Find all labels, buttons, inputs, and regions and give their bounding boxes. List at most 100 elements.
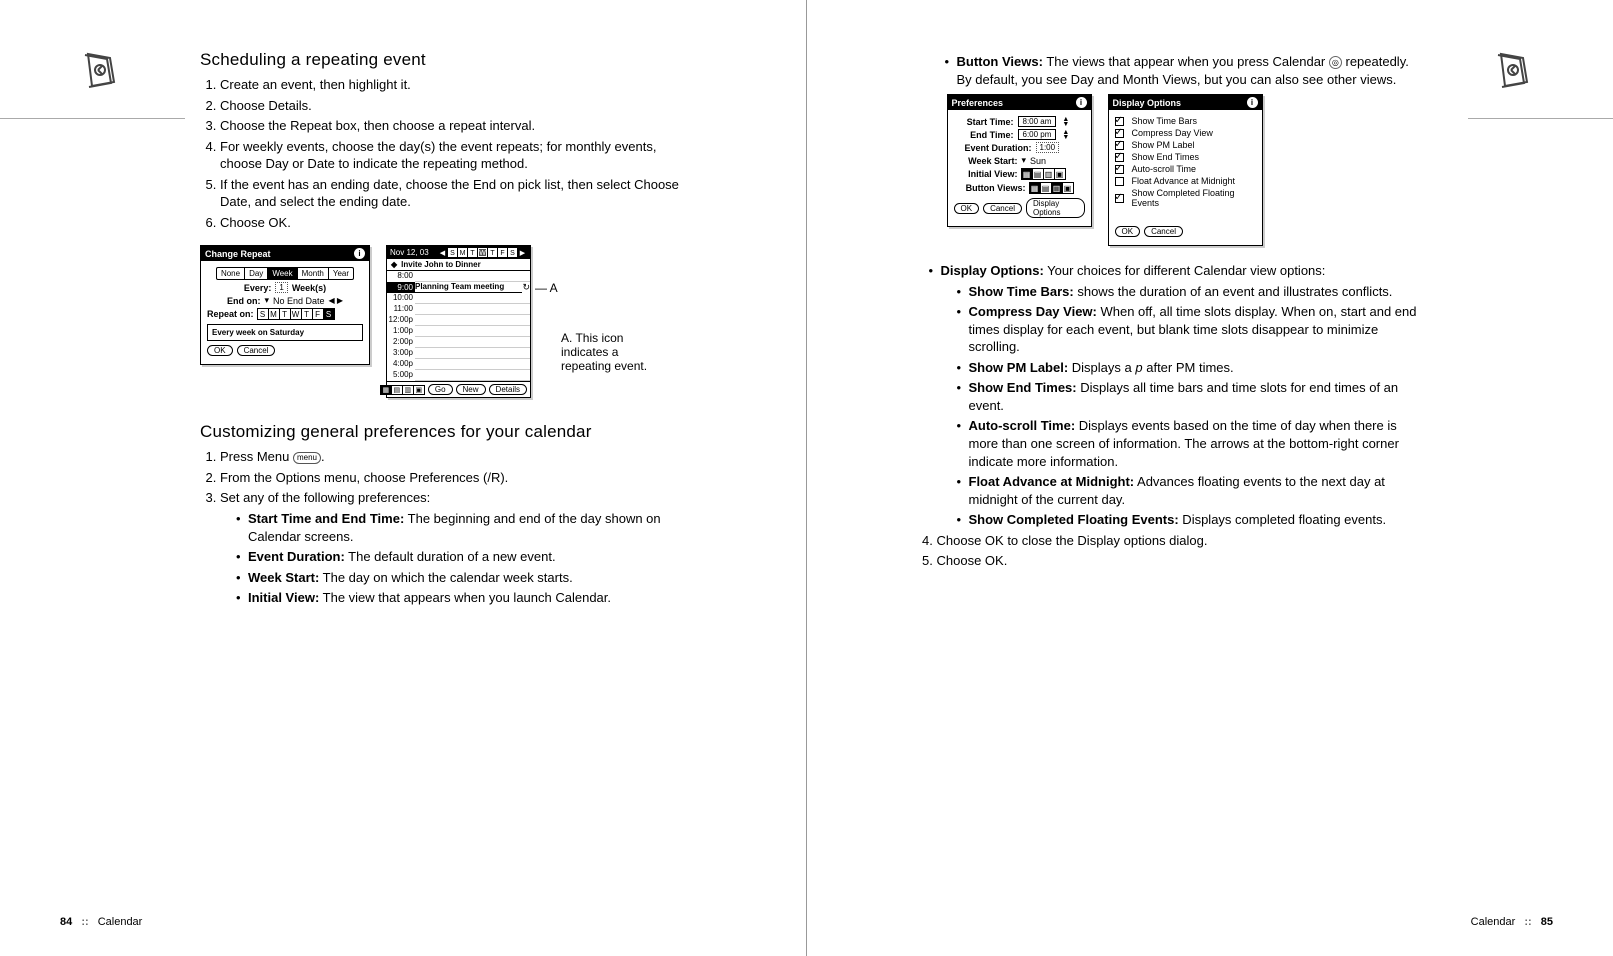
checkbox-icon: [1115, 165, 1124, 174]
spinner-icon: ▲▼: [1062, 130, 1069, 140]
prev-icon: ◀: [438, 248, 447, 257]
dialog-titlebar: Change Repeat i: [201, 246, 369, 261]
bullet: Show Completed Floating Events: Displays…: [957, 511, 1424, 529]
repeat-summary: Every week on Saturday: [207, 324, 363, 341]
seg-day: Day: [245, 268, 268, 279]
time: 1:00p: [387, 326, 415, 337]
repeat-type-segment: None Day Week Month Year: [216, 267, 354, 280]
step: From the Options menu, choose Preference…: [220, 469, 696, 487]
step: If the event has an ending date, choose …: [220, 176, 696, 211]
initialview-label: Initial View:: [954, 169, 1018, 179]
dayview-wrap: Nov 12, 03 ◀ S M T W T F S ▶: [386, 245, 661, 398]
dialog-title: Preferences: [952, 98, 1004, 108]
display-options-button: Display Options: [1026, 198, 1085, 218]
page-number: 84: [60, 916, 72, 928]
bullet: Compress Day View: When off, all time sl…: [957, 303, 1424, 356]
duration-value: 1:00: [1036, 142, 1060, 153]
buttonviews-label: Button Views:: [954, 183, 1026, 193]
start-time-label: Start Time:: [954, 117, 1014, 127]
dropdown-icon: ▾: [1022, 155, 1027, 166]
dayview-figure: Nov 12, 03 ◀ S M T W T F S ▶: [386, 245, 531, 398]
wd-selected: W: [478, 248, 487, 257]
callout-a-text: A. This icon indicates a repeating event…: [561, 331, 661, 373]
day-selected: S: [323, 308, 335, 320]
footer-sep: ::: [81, 916, 88, 928]
opt-label: Show Completed Floating Events: [1132, 188, 1256, 208]
info-icon: i: [1076, 97, 1087, 108]
cancel-button: Cancel: [1144, 226, 1183, 237]
wd: T: [488, 248, 497, 257]
steps-scheduling: Create an event, then highlight it. Choo…: [200, 76, 696, 231]
ok-button: OK: [954, 203, 980, 214]
opt-label: Show End Times: [1132, 152, 1200, 162]
bullet: Auto-scroll Time: Displays events based …: [957, 417, 1424, 470]
time: 3:00p: [387, 348, 415, 359]
menu-button-icon: menu: [293, 452, 321, 464]
display-options-intro: Display Options: Your choices for differ…: [917, 262, 1424, 529]
steps-closing: Choose OK to close the Display options d…: [917, 532, 1424, 570]
ok-button: OK: [1115, 226, 1141, 237]
bullet: Button Views: The views that appear when…: [945, 53, 1424, 88]
day-picker: S M T W T F S: [258, 308, 335, 320]
dropdown-icon: ▾: [264, 295, 269, 306]
next-icon: ▶: [518, 248, 527, 257]
step: For weekly events, choose the day(s) the…: [220, 138, 696, 173]
step: Choose OK.: [937, 552, 1424, 570]
nav-arrows-icon: ◀ ▶: [329, 296, 344, 305]
view-picker: ▦▤▥▣: [1022, 168, 1066, 180]
change-repeat-dialog: Change Repeat i None Day Week Month Year: [200, 245, 370, 365]
dialog-title: Change Repeat: [205, 249, 271, 259]
end-time-value: 6:00 pm: [1018, 129, 1057, 140]
page-number: 85: [1541, 916, 1553, 928]
checkbox-icon: [1115, 153, 1124, 162]
bullet: Float Advance at Midnight: Advances floa…: [957, 473, 1424, 508]
button-views-bullet: Button Views: The views that appear when…: [917, 53, 1424, 88]
duration-label: Event Duration:: [954, 143, 1032, 153]
info-icon: i: [1247, 97, 1258, 108]
dialog-titlebar: Preferences i: [948, 95, 1091, 110]
event-row: 9:00 Planning Team meeting ↻: [387, 282, 530, 293]
weekstart-value: Sun: [1030, 156, 1046, 166]
heading-scheduling: Scheduling a repeating event: [200, 50, 696, 70]
time: 10:00: [387, 293, 415, 304]
pref-bullets: Start Time and End Time: The beginning a…: [220, 510, 696, 607]
time: 12:00p: [387, 315, 415, 326]
bullet: Initial View: The view that appears when…: [236, 589, 696, 607]
wd: M: [458, 248, 467, 257]
seg-year: Year: [329, 268, 353, 279]
time: 4:00p: [387, 359, 415, 370]
time: 5:00p: [387, 370, 415, 381]
weekstart-label: Week Start:: [954, 156, 1018, 166]
event-title: Planning Team meeting: [415, 282, 522, 293]
repeat-on-label: Repeat on:: [207, 309, 254, 319]
checkbox-icon: [1115, 141, 1124, 150]
opt-label: Compress Day View: [1132, 128, 1213, 138]
step: Choose Details.: [220, 97, 696, 115]
repeat-icon: ↻: [522, 282, 530, 293]
heading-customizing: Customizing general preferences for your…: [200, 422, 696, 442]
checkbox-icon: [1115, 129, 1124, 138]
display-options-dialog: Display Options i Show Time Bars Compres…: [1108, 94, 1263, 246]
calendar-button-icon: ◎: [1329, 56, 1342, 69]
footer-sep: ::: [1524, 916, 1531, 928]
dayview-header: Nov 12, 03 ◀ S M T W T F S ▶: [387, 246, 530, 259]
view-picker: ▦▤▥▣: [1030, 182, 1074, 194]
figure-row-2: Preferences i Start Time:8:00 am▲▼ End T…: [947, 94, 1424, 246]
page-footer-right: Calendar :: 85: [1471, 916, 1553, 928]
page-left: Scheduling a repeating event Create an e…: [0, 0, 807, 956]
dayview-date: Nov 12, 03: [390, 248, 429, 257]
callout-column: — A A. This icon indicates a repeating e…: [531, 245, 661, 398]
page-footer-left: 84 :: Calendar: [60, 916, 142, 928]
wd: T: [468, 248, 477, 257]
display-options-bullets: Show Time Bars: shows the duration of an…: [941, 283, 1424, 529]
bullet: Event Duration: The default duration of …: [236, 548, 696, 566]
checkbox-icon: [1115, 194, 1124, 203]
info-icon: i: [354, 248, 365, 259]
checkbox-icon: [1115, 177, 1124, 186]
bullet: Show PM Label: Displays a p after PM tim…: [957, 359, 1424, 377]
time: 2:00p: [387, 337, 415, 348]
view-icon: ▣: [413, 385, 425, 395]
step: Press Menu menu.: [220, 448, 696, 466]
wd: S: [508, 248, 517, 257]
callout-a-marker: — A: [535, 281, 661, 295]
